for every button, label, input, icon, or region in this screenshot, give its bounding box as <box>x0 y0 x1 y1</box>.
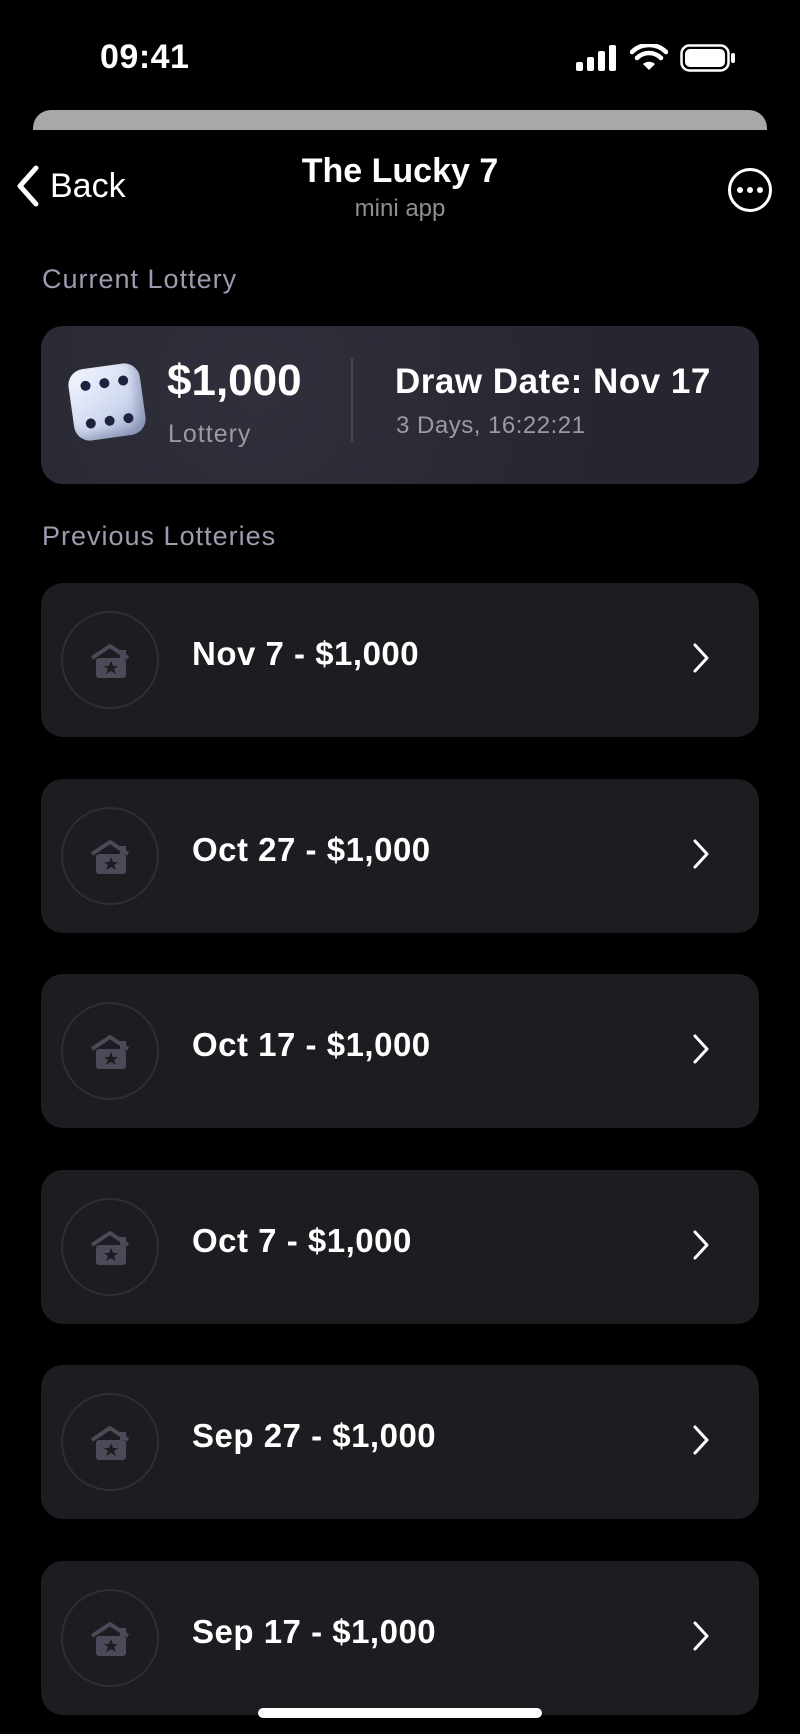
current-lottery-card[interactable]: $1,000 Lottery Draw Date: Nov 17 3 Days,… <box>41 326 759 484</box>
previous-lottery-label: Nov 7 - $1,000 <box>192 635 420 672</box>
previous-lottery-item[interactable]: Nov 7 - $1,000 <box>41 583 759 737</box>
more-dot-icon <box>737 187 743 193</box>
page-title: The Lucky 7 <box>301 152 499 190</box>
ticket-star-icon <box>61 1588 159 1687</box>
previous-lottery-item[interactable]: Oct 27 - $1,000 <box>41 778 759 933</box>
more-dot-icon <box>757 187 763 193</box>
previous-lottery-item[interactable]: Oct 17 - $1,000 <box>41 974 759 1128</box>
sheet-header-bar <box>33 110 767 130</box>
navigation-bar: Back The Lucky 7 mini app <box>0 140 800 240</box>
previous-lottery-label: Oct 27 - $1,000 <box>192 830 431 868</box>
ticket-star-icon <box>61 611 159 709</box>
current-lottery-heading: Current Lottery <box>42 264 238 294</box>
previous-lottery-label: Sep 27 - $1,000 <box>192 1417 437 1454</box>
previous-lottery-item[interactable]: Sep 17 - $1,000 <box>41 1560 759 1715</box>
chevron-right-icon <box>691 641 711 680</box>
chevron-right-icon <box>691 1423 711 1462</box>
previous-lottery-item[interactable]: Oct 7 - $1,000 <box>41 1169 759 1324</box>
previous-lotteries-heading: Previous Lotteries <box>42 521 277 551</box>
ticket-star-icon <box>61 1002 159 1100</box>
more-dot-icon <box>747 187 753 193</box>
nav-titles: The Lucky 7 mini app <box>0 152 800 223</box>
status-time: 09:41 <box>100 38 190 76</box>
more-options-button[interactable] <box>728 168 772 212</box>
current-lottery-type: Lottery <box>168 420 252 448</box>
chevron-right-icon <box>691 837 711 876</box>
ticket-star-icon <box>61 1393 159 1491</box>
wifi-icon <box>630 44 668 70</box>
status-icons <box>576 44 736 72</box>
cellular-signal-icon <box>576 45 616 71</box>
home-indicator <box>258 1708 542 1718</box>
page-subtitle: mini app <box>354 195 446 222</box>
countdown-timer: 3 Days, 16:22:21 <box>396 412 586 439</box>
chevron-right-icon <box>691 1619 711 1658</box>
ticket-star-icon <box>61 1197 159 1296</box>
ticket-star-icon <box>61 806 159 905</box>
previous-lottery-item[interactable]: Sep 27 - $1,000 <box>41 1365 759 1519</box>
chevron-right-icon <box>691 1228 711 1267</box>
draw-date: Draw Date: Nov 17 <box>395 362 711 401</box>
current-lottery-amount: $1,000 <box>167 356 302 405</box>
battery-icon <box>680 44 735 72</box>
previous-lottery-label: Oct 17 - $1,000 <box>192 1026 431 1063</box>
previous-lottery-label: Sep 17 - $1,000 <box>192 1612 437 1650</box>
previous-lottery-label: Oct 7 - $1,000 <box>192 1221 412 1259</box>
card-divider <box>351 358 353 442</box>
dice-icon <box>66 361 148 443</box>
status-bar: 09:41 <box>0 0 800 110</box>
chevron-right-icon <box>691 1032 711 1071</box>
